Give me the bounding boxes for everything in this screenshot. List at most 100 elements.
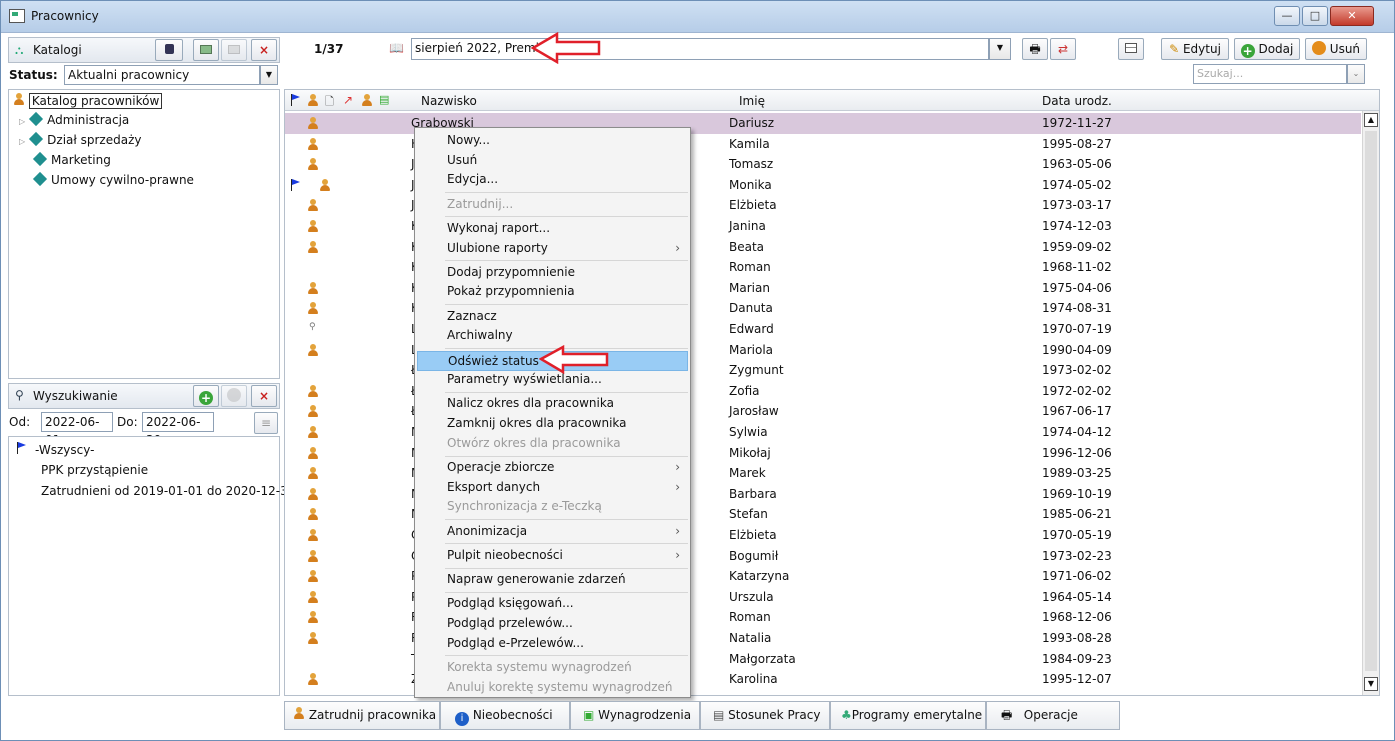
tree-item-dzial-sprzedazy[interactable]: ▷ Dział sprzedaży	[19, 131, 141, 147]
tree-item-marketing[interactable]: Marketing	[32, 151, 111, 167]
menu-item[interactable]: Podgląd księgowań...	[417, 594, 688, 614]
person-icon	[307, 220, 319, 232]
lock-button[interactable]	[155, 39, 183, 61]
menu-item[interactable]: Zatrudnij...	[417, 195, 688, 215]
menu-item[interactable]: Ulubione raporty ›	[417, 239, 688, 259]
menu-item-label: Pokaż przypomnienia	[447, 284, 575, 299]
person-red-column-icon[interactable]	[361, 94, 373, 109]
person-column-icon[interactable]	[307, 94, 319, 109]
add-filter-button[interactable]: +	[193, 385, 219, 407]
menu-item[interactable]: Zamknij okres dla pracownika	[417, 414, 688, 434]
add-button[interactable]: + Dodaj	[1234, 38, 1300, 60]
employment-button[interactable]: ▤ Stosunek Pracy	[700, 701, 830, 730]
person-icon	[307, 117, 319, 129]
remove-filter-button[interactable]	[221, 385, 247, 407]
cell-birth: 1969-10-19	[1042, 486, 1112, 501]
salaries-button[interactable]: ▣ Wynagrodzenia	[570, 701, 700, 730]
money-column-icon[interactable]: ▤	[379, 93, 389, 106]
tree-item-administracja[interactable]: ▷ Administracja	[19, 111, 129, 127]
menu-item[interactable]: Archiwalny	[417, 326, 688, 346]
menu-item[interactable]: Napraw generowanie zdarzeń	[417, 570, 688, 590]
period-field[interactable]: sierpień 2022, Premia	[411, 38, 989, 60]
pension-button[interactable]: ♣Programy emerytalne	[830, 701, 986, 730]
menu-item[interactable]: Pulpit nieobecności ›	[417, 546, 688, 566]
window-title: Pracownicy	[31, 9, 99, 23]
menu-item[interactable]: Podgląd przelewów...	[417, 614, 688, 634]
cell-name: Zygmunt	[729, 363, 784, 378]
menu-separator	[445, 655, 688, 657]
bottom-tab-label: Zatrudnij pracownika	[308, 708, 437, 722]
bottom-tab-label: Nieobecności	[472, 708, 553, 722]
close-button[interactable]: ✕	[1330, 6, 1374, 26]
column-name[interactable]: Imię	[739, 94, 765, 108]
status-dropdown-button[interactable]: ▼	[260, 65, 278, 85]
scroll-thumb[interactable]	[1365, 131, 1377, 671]
menu-separator	[445, 543, 688, 545]
menu-item[interactable]: Otwórz okres dla pracownika	[417, 434, 688, 454]
maximize-button[interactable]: □	[1302, 6, 1328, 26]
search-item-zatrudnieni[interactable]: Zatrudnieni od 2019-01-01 do 2020-12-31	[41, 484, 295, 498]
delete-button[interactable]: Usuń	[1305, 38, 1367, 60]
columns-button[interactable]	[1118, 38, 1144, 60]
menu-item[interactable]: Usuń	[417, 151, 688, 171]
search-label: Wyszukiwanie	[33, 389, 118, 403]
cell-birth: 1975-04-06	[1042, 280, 1112, 295]
cell-birth: 1973-02-23	[1042, 548, 1112, 563]
menu-item[interactable]: Pokaż przypomnienia	[417, 282, 688, 302]
menu-item[interactable]: Korekta systemu wynagrodzeń	[417, 658, 688, 678]
search-item-ppk[interactable]: PPK przystąpienie	[41, 463, 148, 477]
menu-item[interactable]: Eksport danych ›	[417, 478, 688, 498]
print-button[interactable]: 🖶	[1022, 38, 1048, 60]
absences-button[interactable]: i Nieobecności	[440, 701, 570, 730]
cell-birth: 1972-11-27	[1042, 116, 1112, 130]
hire-employee-button[interactable]: Zatrudnij pracownika	[284, 701, 440, 730]
menu-item[interactable]: Podgląd e-Przelewów...	[417, 634, 688, 654]
tree-item-umowy[interactable]: Umowy cywilno-prawne	[32, 171, 194, 187]
delete-catalog-button[interactable]: ×	[251, 39, 277, 61]
menu-item-label: Pulpit nieobecności	[447, 547, 563, 562]
scroll-up-icon[interactable]: ▲	[1364, 113, 1378, 127]
cell-name: Elżbieta	[729, 528, 777, 542]
cell-birth: 1974-05-02	[1042, 177, 1112, 192]
add-catalog-button[interactable]	[193, 39, 219, 61]
printer-icon: 🖶	[1001, 708, 1013, 722]
column-surname[interactable]: Nazwisko	[421, 94, 477, 108]
search-item-all[interactable]: -Wszyscy-	[15, 442, 94, 457]
arrow-column-icon[interactable]: ↗	[343, 93, 353, 107]
edit-catalog-button[interactable]	[221, 39, 247, 61]
menu-item[interactable]: Synchronizacja z e-Teczką	[417, 497, 688, 517]
menu-item[interactable]: Wykonaj raport...	[417, 219, 688, 239]
delete-filter-button[interactable]: ×	[251, 385, 277, 407]
menu-item[interactable]: Zaznacz	[417, 307, 688, 327]
search-list: -Wszyscy- PPK przystąpienie Zatrudnieni …	[8, 436, 295, 696]
cell-birth: 1959-09-02	[1042, 239, 1112, 254]
cell-birth: 1989-03-25	[1042, 466, 1112, 481]
vertical-scrollbar[interactable]: ▲ ▼	[1362, 111, 1379, 695]
column-birth[interactable]: Data urodz.	[1042, 94, 1112, 108]
tree-root[interactable]: Katalog pracowników	[13, 93, 163, 109]
flag-column-icon[interactable]	[289, 94, 301, 109]
scroll-down-icon[interactable]: ▼	[1364, 677, 1378, 691]
operations-button[interactable]: 🖶 Operacje	[986, 701, 1120, 730]
period-dropdown-button[interactable]: ▼	[989, 38, 1011, 60]
od-date-field[interactable]: 2022-06-01	[41, 412, 113, 447]
document-column-icon[interactable]: 🗋	[325, 93, 334, 112]
cell-name: Roman	[729, 260, 771, 275]
do-date-field[interactable]: 2022-06-30	[142, 412, 214, 447]
search-dropdown-button[interactable]: ⌄	[1347, 64, 1365, 84]
menu-item[interactable]: Anuluj korektę systemu wynagrodzeń	[417, 678, 688, 698]
menu-item[interactable]: Nalicz okres dla pracownika	[417, 394, 688, 414]
export-button[interactable]: ⇄	[1050, 38, 1076, 60]
menu-item-label: Edycja...	[447, 172, 499, 187]
menu-item[interactable]: Nowy...	[417, 131, 688, 151]
edit-button[interactable]: ✎ Edytuj	[1161, 38, 1229, 60]
menu-item[interactable]: Anonimizacja ›	[417, 522, 688, 542]
filter-options-button[interactable]: ≡	[254, 412, 278, 434]
menu-item[interactable]: Edycja...	[417, 170, 688, 190]
status-select[interactable]: Aktualni pracownicy	[64, 65, 260, 85]
menu-item[interactable]: Dodaj przypomnienie	[417, 263, 688, 283]
minimize-button[interactable]: —	[1274, 6, 1300, 26]
menu-item[interactable]: Operacje zbiorcze ›	[417, 458, 688, 478]
catalogs-icon: ⛬	[15, 43, 24, 57]
search-input[interactable]: Szukaj...	[1193, 64, 1347, 84]
